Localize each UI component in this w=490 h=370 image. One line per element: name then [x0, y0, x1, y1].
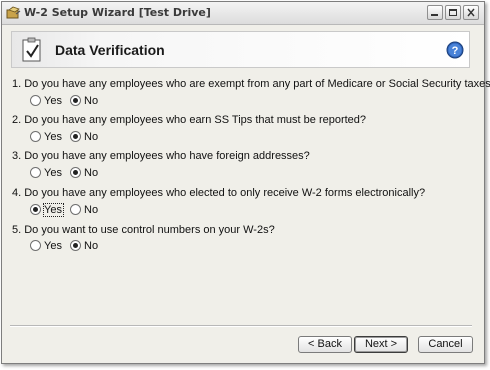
- q2-no-radio-circle[interactable]: [70, 131, 81, 142]
- close-button[interactable]: [463, 5, 479, 20]
- wizard-header: Data Verification ?: [11, 31, 470, 68]
- maximize-icon: [449, 9, 457, 16]
- q1-no-label: No: [84, 94, 99, 107]
- svg-text:?: ?: [452, 45, 459, 57]
- q4-no-radio[interactable]: No: [70, 203, 98, 216]
- q5-yes-label: Yes: [44, 239, 62, 252]
- question-4: 4. Do you have any employees who elected…: [12, 187, 426, 199]
- minimize-icon: [431, 14, 438, 16]
- wizard-app-icon: [6, 6, 21, 19]
- q2-yes-label: Yes: [44, 130, 62, 143]
- q4-yes-radio-circle[interactable]: [30, 204, 41, 215]
- cancel-button[interactable]: Cancel: [418, 336, 473, 353]
- maximize-button[interactable]: [445, 5, 461, 20]
- checklist-icon: [22, 37, 41, 62]
- next-button[interactable]: Next >: [354, 336, 408, 353]
- q5-no-label: No: [84, 239, 99, 252]
- q2-yes-radio[interactable]: Yes: [30, 130, 62, 143]
- help-icon[interactable]: ?: [446, 41, 464, 59]
- footer-divider: [10, 325, 472, 327]
- q2-no-label: No: [84, 130, 99, 143]
- q5-yes-radio[interactable]: Yes: [30, 239, 62, 252]
- q3-no-radio-circle[interactable]: [70, 167, 81, 178]
- q3-yes-radio-circle[interactable]: [30, 167, 41, 178]
- back-button[interactable]: < Back: [298, 336, 352, 353]
- q1-no-radio[interactable]: No: [70, 94, 98, 107]
- q4-yes-radio[interactable]: Yes: [30, 202, 64, 217]
- q1-yes-radio[interactable]: Yes: [30, 94, 62, 107]
- minimize-button[interactable]: [427, 5, 443, 20]
- q5-no-radio[interactable]: No: [70, 239, 98, 252]
- q1-yes-label: Yes: [44, 94, 62, 107]
- q4-no-label: No: [84, 203, 99, 216]
- title-bar[interactable]: W-2 Setup Wizard [Test Drive]: [2, 2, 484, 25]
- question-2: 2. Do you have any employees who earn SS…: [12, 114, 367, 126]
- question-5: 5. Do you want to use control numbers on…: [12, 224, 275, 236]
- q3-no-label: No: [84, 166, 99, 179]
- question-3: 3. Do you have any employees who have fo…: [12, 150, 310, 162]
- page-title: Data Verification: [55, 42, 165, 58]
- q5-yes-radio-circle[interactable]: [30, 240, 41, 251]
- window-title: W-2 Setup Wizard [Test Drive]: [24, 6, 211, 19]
- q3-yes-radio[interactable]: Yes: [30, 166, 62, 179]
- q3-yes-label: Yes: [44, 166, 62, 179]
- wizard-window: W-2 Setup Wizard [Test Drive] Data Verif…: [1, 1, 490, 364]
- q5-no-radio-circle[interactable]: [70, 240, 81, 251]
- question-1: 1. Do you have any employees who are exe…: [12, 78, 490, 90]
- q2-yes-radio-circle[interactable]: [30, 131, 41, 142]
- close-icon: [467, 8, 475, 17]
- q2-no-radio[interactable]: No: [70, 130, 98, 143]
- q1-yes-radio-circle[interactable]: [30, 95, 41, 106]
- q4-yes-label: Yes: [43, 202, 64, 217]
- q1-no-radio-circle[interactable]: [70, 95, 81, 106]
- q3-no-radio[interactable]: No: [70, 166, 98, 179]
- q4-no-radio-circle[interactable]: [70, 204, 81, 215]
